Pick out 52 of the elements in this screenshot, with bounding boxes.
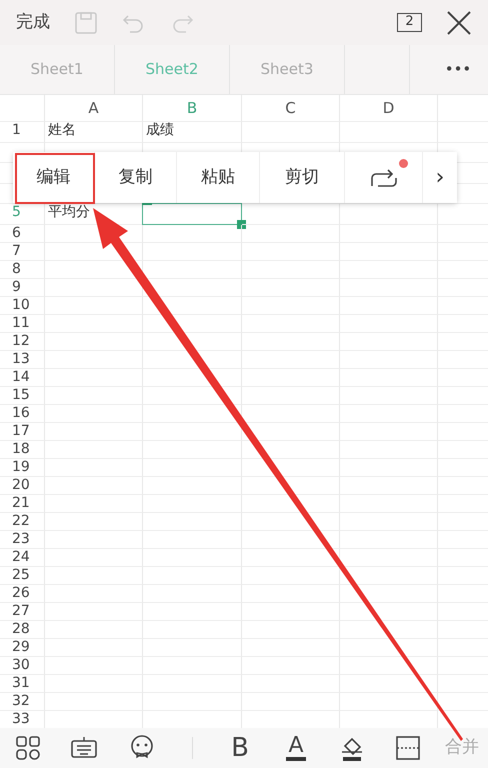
window-count[interactable]: 2 <box>397 13 422 32</box>
row-number[interactable]: 31 <box>12 674 30 690</box>
row-number[interactable]: 19 <box>12 458 30 474</box>
done-button[interactable]: 完成 <box>16 10 50 36</box>
row-number[interactable]: 23 <box>12 530 30 546</box>
menu-item[interactable]: 剪切 <box>260 152 345 203</box>
row-number[interactable]: 27 <box>12 602 30 618</box>
row-number[interactable]: 32 <box>12 692 30 708</box>
row-number[interactable]: 13 <box>12 350 30 366</box>
row-number[interactable]: 6 <box>12 224 21 240</box>
share-button[interactable] <box>345 152 423 203</box>
column-header[interactable]: D <box>382 99 394 117</box>
row-number[interactable]: 29 <box>12 638 30 654</box>
row-number[interactable]: 26 <box>12 584 30 600</box>
next-button[interactable]: › <box>423 152 457 203</box>
row-number[interactable]: 11 <box>12 314 30 330</box>
menu-item[interactable]: 复制 <box>95 152 177 203</box>
border-icon[interactable] <box>394 734 422 762</box>
row-number[interactable]: 8 <box>12 260 21 276</box>
row-number[interactable]: 10 <box>12 296 30 312</box>
row-number[interactable]: 1 <box>12 122 21 138</box>
close-icon[interactable] <box>446 10 472 36</box>
row-number[interactable]: 30 <box>12 656 30 672</box>
font-color-button[interactable]: A <box>268 728 324 768</box>
row-number[interactable]: 16 <box>12 404 30 420</box>
row-number[interactable]: 21 <box>12 494 30 510</box>
row-number[interactable]: 12 <box>12 332 30 348</box>
more-button[interactable]: ••• <box>428 45 488 94</box>
row-number[interactable]: 14 <box>12 368 30 384</box>
row-number[interactable]: 9 <box>12 278 21 294</box>
cell-text: 平均分 <box>47 204 90 220</box>
row-number[interactable]: 7 <box>12 242 21 258</box>
row-number[interactable]: 25 <box>12 566 30 582</box>
row-number[interactable]: 22 <box>12 512 30 528</box>
share-icon <box>370 168 398 188</box>
column-header[interactable]: A <box>88 99 99 117</box>
menu-item[interactable]: 编辑 <box>13 152 95 203</box>
row-number[interactable]: 28 <box>12 620 30 636</box>
row-number[interactable]: 15 <box>12 386 30 402</box>
menu-item[interactable]: 粘贴 <box>177 152 260 203</box>
tool-button[interactable]: B <box>212 728 268 768</box>
column-header[interactable]: C <box>285 99 296 117</box>
cell-text: 成绩 <box>145 122 174 138</box>
cell-text: 姓名 <box>47 122 76 138</box>
corner-cell[interactable] <box>0 95 45 122</box>
row-number[interactable]: 33 <box>12 710 30 726</box>
selection-handle[interactable] <box>237 220 246 228</box>
row-number[interactable]: 17 <box>12 422 30 438</box>
apps-icon[interactable] <box>14 734 42 762</box>
row-number[interactable]: 24 <box>12 548 30 564</box>
row-number[interactable]: 18 <box>12 440 30 456</box>
row-number[interactable]: 20 <box>12 476 30 492</box>
